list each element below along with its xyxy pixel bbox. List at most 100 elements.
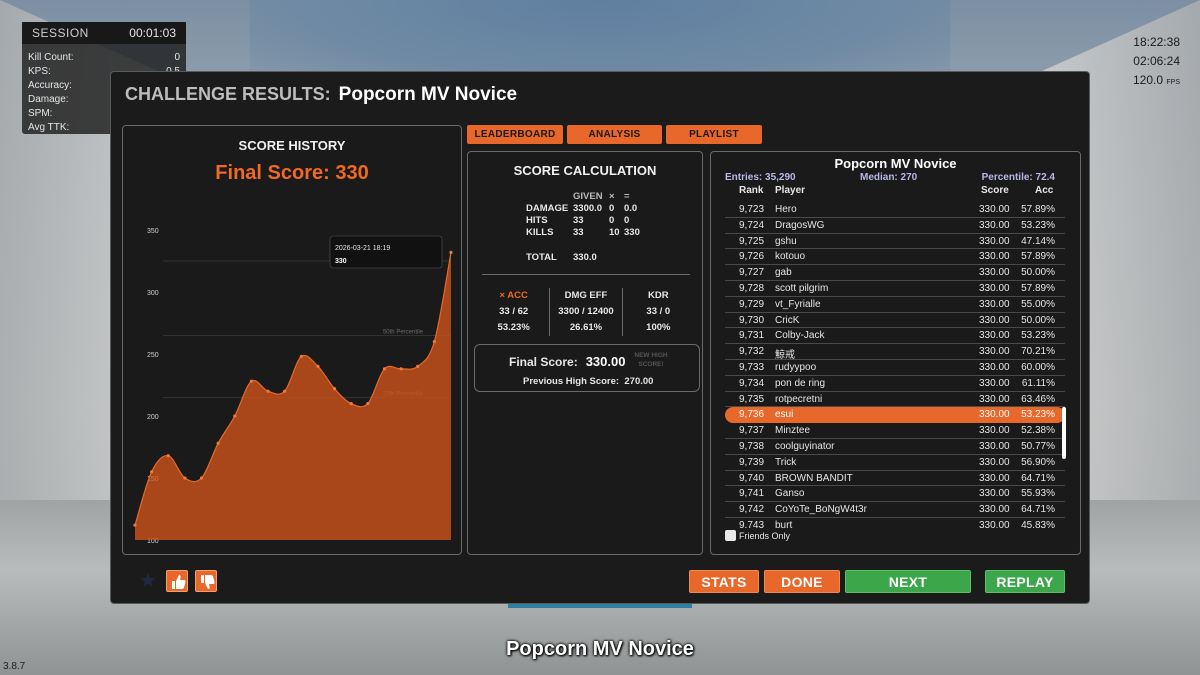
calc-mult: 0 [609,202,615,214]
calc-stat-pct: 100% [646,322,671,333]
leaderboard-player: Minztee [775,425,811,437]
leaderboard-player: CricK [775,314,800,326]
leaderboard-row[interactable]: 9,726 kotouo 330.00 57.89% [725,249,1065,266]
calc-given: 33 [573,214,584,226]
stats-button[interactable]: STATS [689,570,759,593]
calc-result: 0 [624,214,630,226]
score-point [366,402,370,406]
leaderboard-player: Ganso [775,488,805,500]
thumbs-up-icon [172,575,186,589]
leaderboard-row[interactable]: 9,735 rotpecretni 330.00 63.46% [725,392,1065,408]
leaderboard-row[interactable]: 9,737 Minztee 330.00 52.38% [725,423,1065,439]
calc-table: GIVEN × = DAMAGE 3300.0 0 0.0 HITS 33 0 0 KILLS 3… [526,190,654,238]
leaderboard-acc: 53.23% [1021,409,1055,421]
leaderboard-scrollbar[interactable] [1062,407,1066,459]
modal-title-name: Popcorn MV Novice [338,84,518,105]
leaderboard-list[interactable]: 9,723 Hero 330.00 57.89% 9,724 DragosWG 330.00… [725,202,1065,528]
score-point [249,379,254,383]
leaderboard-row[interactable]: 9,740 BROWN BANDIT 330.00 64.71% [725,471,1065,487]
modal-title-prefix: CHALLENGE RESULTS: [125,84,331,104]
session-header: SESSION 00:01:03 [22,22,186,44]
col-rank: Rank [739,185,764,196]
leaderboard-acc: 50.77% [1021,440,1055,452]
clock-time: 18:22:38 [1133,35,1180,49]
calc-stat-pct: 53.23% [497,322,530,333]
leaderboard-player: Colby-Jack [775,330,825,342]
leaderboard-meta: Entries: 35,290 Median: 270 Percentile: … [725,172,1055,183]
fps-counter: 120.0 FPS [1133,73,1180,87]
leaderboard-rank: 9,738 [739,440,765,452]
replay-button[interactable]: REPLAY [985,570,1065,593]
leaderboard-acc: 47.14% [1021,235,1055,247]
done-button[interactable]: DONE [764,570,840,593]
score-point [233,414,237,418]
calc-stats: × ACC 33 / 62 53.23% DMG EFF 3300 / 12400 26.… [478,288,694,336]
leaderboard-score: 330.00 [979,456,1010,468]
leaderboard-rank: 9,740 [739,472,765,484]
leaderboard-acc: 64.71% [1021,472,1055,484]
leaderboard-row[interactable]: 9,729 vt_Fyrialle 330.00 55.00% [725,297,1065,313]
leaderboard-row[interactable]: 9,723 Hero 330.00 57.89% [725,202,1065,218]
leaderboard-score: 330.00 [979,314,1010,326]
leaderboard-player: burt [775,519,793,528]
favorite-star-icon[interactable]: ★ [137,570,159,592]
tab-leaderboard[interactable]: LEADERBOARD [467,125,563,144]
leaderboard-acc: 57.89% [1021,204,1055,215]
thumbs-down-icon [201,575,215,589]
leaderboard-score: 330.00 [979,330,1010,342]
leaderboard-acc: 60.00% [1021,361,1055,373]
leaderboard-row-current-player[interactable]: 9,736 esui 330.00 53.23% [725,407,1065,424]
leaderboard-acc: 55.93% [1021,488,1055,500]
leaderboard-acc: 50.00% [1021,267,1055,279]
leaderboard-row[interactable]: 9,724 DragosWG 330.00 53.23% [725,218,1065,234]
leaderboard-rank: 9,737 [739,425,765,437]
thumbs-up-button[interactable] [166,570,188,592]
session-stat-label: KPS: [28,65,51,77]
leaderboard-row[interactable]: 9,728 scott pilgrim 330.00 57.89% [725,281,1065,297]
leaderboard-rank: 9,739 [739,456,765,468]
leaderboard-row[interactable]: 9,727 gab 330.00 50.00% [725,265,1065,281]
leaderboard-row[interactable]: 9,741 Ganso 330.00 55.93% [725,486,1065,503]
leaderboard-rank: 9,732 [739,346,765,358]
score-point [432,340,436,344]
leaderboard-row[interactable]: 9,738 coolguyinator 330.00 50.77% [725,439,1065,455]
calc-label: DAMAGE [526,202,569,214]
leaderboard-row[interactable]: 9,742 CoYoTe_BoNgW4t3r 330.00 64.71% [725,502,1065,518]
leaderboard-row[interactable]: 9,739 Trick 330.00 56.90% [725,455,1065,471]
thumbs-down-button[interactable] [195,570,217,592]
session-stat-label: Damage: [28,93,69,105]
leaderboard-rank: 9,731 [739,330,765,342]
calc-stat-ratio: 3300 / 12400 [558,306,614,317]
leaderboard-player: scott pilgrim [775,282,829,294]
tab-playlist[interactable]: PLAYLIST [666,125,762,144]
previous-high-score: Previous High Score: 270.00 [523,376,654,387]
y-tick-label: 350 [147,228,159,235]
tab-analysis[interactable]: ANALYSIS [567,125,662,144]
score-history-header: SCORE HISTORY [238,138,346,153]
calc-mult: 0 [609,214,615,226]
leaderboard-row[interactable]: 9,734 pon de ring 330.00 61.11% [725,376,1065,392]
leaderboard-panel: Popcorn MV Novice Entries: 35,290 Median… [710,151,1081,555]
calc-mult: 10 [609,226,620,238]
calc-stat: KDR 33 / 0 100% [621,288,694,336]
score-point [332,387,337,391]
y-tick-label: 200 [147,414,159,421]
next-button[interactable]: NEXT [845,570,971,593]
leaderboard-row[interactable]: 9,743 burt 330.00 45.83% [725,518,1065,528]
score-point [150,470,154,474]
leaderboard-score: 330.00 [979,204,1010,215]
friends-only-checkbox[interactable] [725,530,736,541]
calc-total-value: 330.0 [573,252,597,263]
leaderboard-score: 330.00 [979,361,1010,373]
leaderboard-row[interactable]: 9,730 CricK 330.00 50.00% [725,313,1065,329]
session-stat-row: Kill Count: 0 [22,50,186,64]
new-high-score-badge: NEW HIGH SCORE! [634,352,668,368]
friends-only-toggle[interactable]: Friends Only [725,530,790,541]
session-stat-label: Accuracy: [28,79,72,91]
leaderboard-row[interactable]: 9,725 gshu 330.00 47.14% [725,234,1065,250]
calc-col-given: GIVEN [573,190,603,202]
leaderboard-row[interactable]: 9,733 rudyypoo 330.00 60.00% [725,360,1065,376]
leaderboard-row[interactable]: 9,731 Colby-Jack 330.00 53.23% [725,328,1065,345]
leaderboard-row[interactable]: 9,732 鯨戒 330.00 70.21% [725,344,1065,361]
leaderboard-player: vt_Fyrialle [775,298,821,310]
